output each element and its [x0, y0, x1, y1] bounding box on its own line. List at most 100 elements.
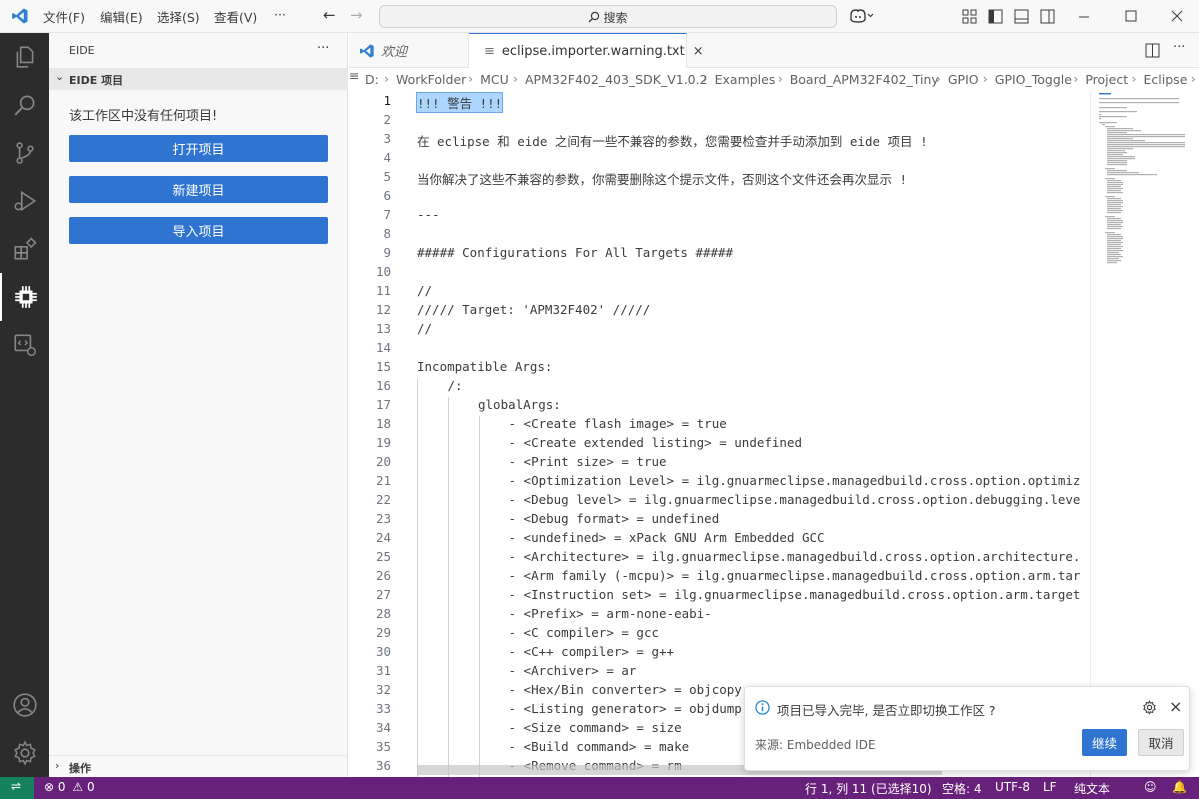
forward-arrow-icon[interactable]: → [350, 6, 363, 24]
breadcrumb-item[interactable]: MCU [480, 72, 509, 87]
menu-edit[interactable]: 编辑(E) [100, 7, 143, 26]
editor-text-area[interactable]: 1!!! 警告 !!! 2 3 在 eclipse 和 eide 之间有一些不兼容的参… [349, 92, 1199, 777]
notification-close-icon[interactable]: × [1169, 697, 1182, 716]
notifications-bell-icon[interactable]: 🔔 [1172, 780, 1187, 794]
sidebar-more-icon[interactable]: ··· [317, 41, 329, 56]
problems-indicator[interactable]: ⊗ 0 ⚠ 0 [44, 780, 95, 794]
indentation[interactable]: 空格: 4 [942, 780, 982, 797]
accounts-activity[interactable] [0, 681, 49, 729]
customize-layout-icon[interactable] [962, 9, 977, 24]
cursor-position[interactable]: 行 1, 列 11 (已选择10) [805, 780, 932, 797]
line-number: 35 [375, 739, 391, 754]
line-number: 18 [375, 416, 391, 431]
code-line: ##### Configurations For All Targets ###… [417, 245, 734, 260]
line-number: 10 [375, 264, 391, 279]
breadcrumb-item[interactable]: Eclipse [1144, 72, 1188, 87]
line-number: 25 [375, 549, 391, 564]
copilot-icon[interactable] [848, 8, 874, 24]
explorer-activity[interactable] [0, 33, 49, 81]
cancel-button[interactable]: 取消 [1138, 729, 1184, 756]
breadcrumb-item[interactable]: WorkFolder [396, 72, 466, 87]
feedback-icon[interactable]: ☺ [1144, 780, 1157, 794]
line-number: 33 [375, 701, 391, 716]
code-line: - <C++ compiler> = g++ [508, 644, 675, 659]
text-file-icon: ≡ [349, 68, 360, 83]
tab-welcome[interactable]: 欢迎 [349, 33, 469, 68]
language-mode[interactable]: 纯文本 [1074, 780, 1110, 797]
close-tab-icon[interactable]: × [693, 44, 704, 59]
eide-activity[interactable] [0, 273, 49, 321]
menu-selection[interactable]: 选择(S) [157, 7, 200, 26]
source-control-activity[interactable] [0, 129, 49, 177]
remote-indicator[interactable]: ⇌ [0, 777, 34, 799]
line-number: 31 [375, 663, 391, 678]
code-line: - <undefined> = xPack GNU Arm Embedded G… [508, 530, 825, 545]
split-editor-icon[interactable] [1145, 43, 1160, 58]
code-line: 在 eclipse 和 eide 之间有一些不兼容的参数，您需要检查并手动添加到… [417, 134, 928, 149]
code-line: - <Listing generator> = objdump [508, 701, 742, 716]
breadcrumb-item[interactable]: APM32F402_403_SDK_V1.0.2 [525, 72, 708, 87]
line-number: 21 [375, 473, 391, 488]
menu-file[interactable]: 文件(F) [43, 7, 85, 26]
search-activity[interactable] [0, 81, 49, 129]
minimap[interactable] [1090, 92, 1199, 777]
line-number: 8 [383, 226, 391, 241]
indent-guide [417, 378, 418, 777]
code-line: // [417, 283, 433, 298]
code-line: - <C compiler> = gcc [508, 625, 660, 640]
operations-section-header[interactable]: › 操作 [49, 755, 348, 777]
breadcrumb-separator-icon: › [1190, 71, 1196, 86]
menu-more[interactable]: ··· [274, 7, 286, 22]
search-label: 搜索 [603, 11, 628, 25]
close-window-icon[interactable] [1170, 9, 1184, 23]
line-number: 27 [375, 587, 391, 602]
code-line: - <Hex/Bin converter> = objcopy [508, 682, 742, 697]
breadcrumb-item[interactable]: GPIO_Toggle [995, 72, 1072, 87]
breadcrumb-item[interactable]: D: [365, 72, 379, 87]
title-bar: 文件(F) 编辑(E) 选择(S) 查看(V) ··· ← → 搜索 [0, 0, 1199, 33]
end-of-line[interactable]: LF [1043, 780, 1057, 794]
remote-activity[interactable] [0, 321, 49, 369]
line-number: 22 [375, 492, 391, 507]
editor-more-icon[interactable]: ··· [1173, 40, 1185, 55]
breadcrumb-item[interactable]: Project [1085, 72, 1128, 87]
continue-button[interactable]: 继续 [1082, 729, 1127, 756]
menu-view[interactable]: 查看(V) [214, 7, 257, 26]
code-line: - <Optimization Level> = ilg.gnuarmeclip… [508, 473, 1081, 488]
line-number: 11 [375, 283, 391, 298]
toggle-primary-sidebar-icon[interactable] [988, 9, 1003, 24]
notification-settings-gear-icon[interactable] [1142, 700, 1157, 715]
code-line: - <Prefix> = arm-none-eabi- [508, 606, 712, 621]
command-center-search[interactable]: 搜索 [379, 5, 837, 28]
line-number: 36 [375, 758, 391, 773]
warnings-count: 0 [86, 780, 95, 794]
code-line: Incompatible Args: [417, 359, 553, 374]
encoding[interactable]: UTF-8 [995, 780, 1030, 794]
extensions-activity[interactable] [0, 225, 49, 273]
maximize-icon[interactable] [1124, 9, 1138, 23]
new-project-button[interactable]: 新建项目 [69, 176, 328, 203]
breadcrumb-item[interactable]: Board_APM32F402_Tiny [790, 72, 939, 87]
import-project-button[interactable]: 导入项目 [69, 217, 328, 244]
vscode-logo-icon [360, 43, 374, 58]
gear-icon [13, 740, 36, 766]
code-line: - <Architecture> = ilg.gnuarmeclipse.man… [508, 549, 1081, 564]
text-file-icon: ≡ [484, 44, 495, 59]
notification-toast: 项目已导入完毕, 是否立即切换工作区 ? × 来源: Embedded IDE … [744, 686, 1190, 771]
run-debug-activity[interactable] [0, 177, 49, 225]
breadcrumb-item[interactable]: GPIO [948, 72, 979, 87]
minimize-icon[interactable] [1077, 10, 1091, 24]
line-number: 7 [383, 207, 391, 222]
breadcrumb-item[interactable]: Examples [715, 72, 776, 87]
toggle-panel-icon[interactable] [1014, 9, 1029, 24]
open-project-button[interactable]: 打开项目 [69, 135, 328, 162]
back-arrow-icon[interactable]: ← [323, 6, 336, 24]
files-icon [16, 46, 33, 68]
toggle-secondary-sidebar-icon[interactable] [1040, 9, 1055, 24]
sidebar-title: EIDE [69, 44, 95, 57]
tab-warning-file[interactable]: ≡ eclipse.importer.warning.txt × [469, 33, 704, 69]
manage-activity[interactable] [0, 729, 49, 777]
eide-projects-section-header[interactable]: ⌄ EIDE 项目 [49, 68, 348, 90]
chevron-down-icon: ⌄ [55, 70, 65, 83]
code-line: - <Debug level> = ilg.gnuarmeclipse.mana… [508, 492, 1081, 507]
